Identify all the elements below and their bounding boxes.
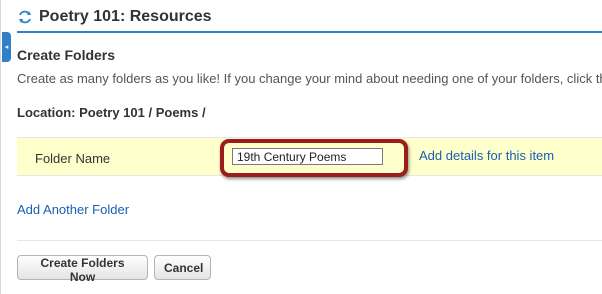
folder-row: Folder Name Add details for this item [17, 137, 602, 177]
page-title: Poetry 101: Resources [39, 7, 212, 25]
collapse-sidebar-toggle[interactable]: ◂ [2, 32, 11, 62]
folder-name-input[interactable] [232, 148, 383, 165]
add-another-folder-link[interactable]: Add Another Folder [17, 202, 129, 217]
location-breadcrumb: Location: Poetry 101 / Poems / [17, 105, 206, 120]
left-border [0, 0, 1, 294]
divider [17, 240, 602, 241]
refresh-icon[interactable] [17, 9, 33, 25]
add-details-link[interactable]: Add details for this item [419, 148, 554, 163]
tool-title-bar: Poetry 101: Resources [17, 2, 602, 33]
cancel-button[interactable]: Cancel [154, 255, 211, 280]
collapse-arrow-icon: ◂ [4, 43, 9, 51]
section-title: Create Folders [17, 47, 116, 63]
folder-name-label: Folder Name [35, 151, 111, 166]
instructions-text: Create as many folders as you like! If y… [17, 71, 602, 86]
create-folders-button[interactable]: Create Folders Now [17, 255, 148, 284]
callout-highlight [220, 139, 408, 177]
